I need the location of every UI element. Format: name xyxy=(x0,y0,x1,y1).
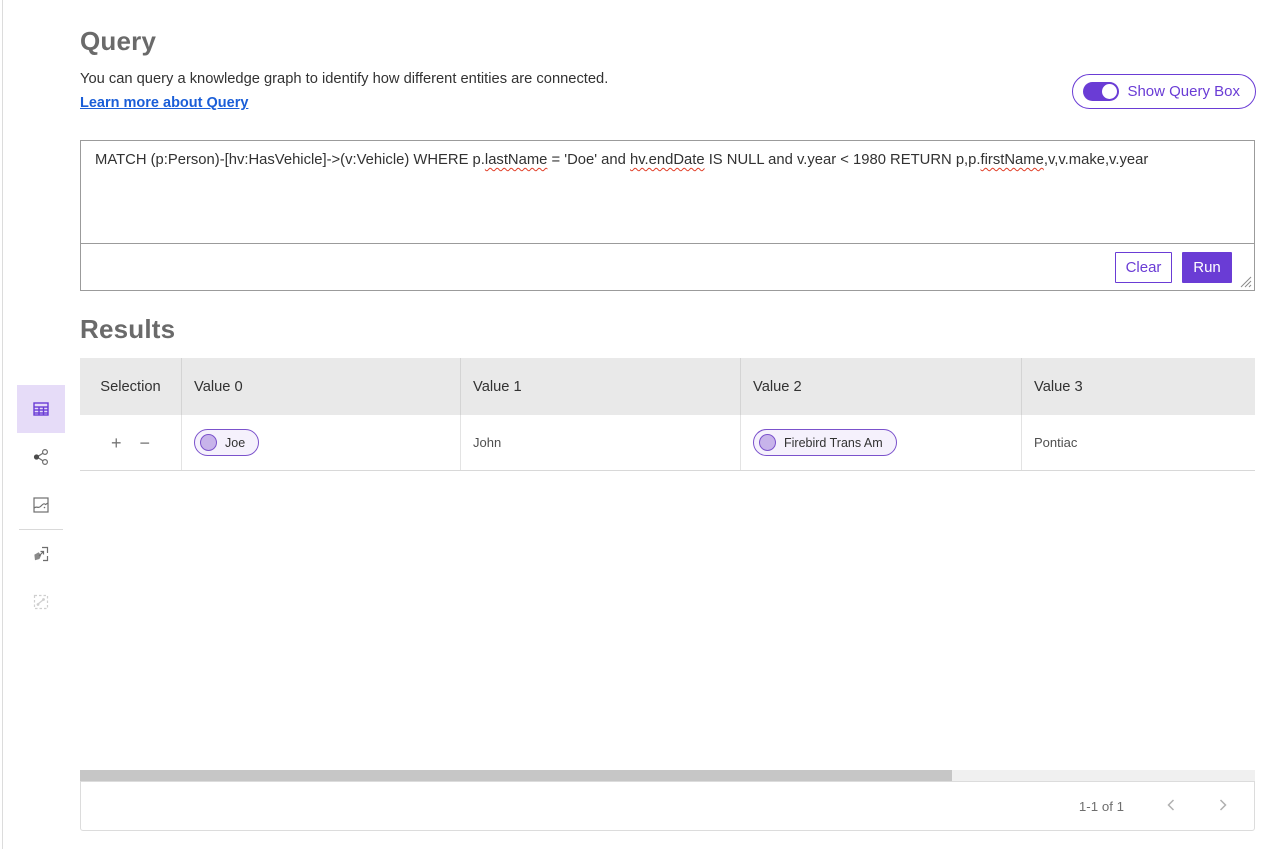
value0-cell: Joe xyxy=(181,415,460,470)
table-header-row: Selection Value 0 Value 1 Value 2 Value … xyxy=(80,358,1255,415)
add-to-link-chart-button xyxy=(17,578,65,626)
link-chart-view-button[interactable] xyxy=(17,433,65,481)
panel-edge-divider xyxy=(2,0,3,849)
column-header-value2: Value 2 xyxy=(740,358,1021,415)
add-to-selection-button[interactable]: + xyxy=(109,432,124,454)
query-box: MATCH (p:Person)-[hv:HasVehicle]->(v:Veh… xyxy=(80,140,1255,291)
query-input[interactable]: MATCH (p:Person)-[hv:HasVehicle]->(v:Veh… xyxy=(81,141,1254,244)
entity-node-icon xyxy=(200,434,217,451)
link-chart-view-icon xyxy=(30,446,52,468)
misspelled-word: lastName xyxy=(485,152,548,168)
add-to-link-chart-icon xyxy=(30,591,52,613)
column-header-selection: Selection xyxy=(80,358,181,415)
learn-more-link[interactable]: Learn more about Query xyxy=(80,95,248,111)
query-actions: Clear Run xyxy=(81,244,1254,290)
table-view-icon xyxy=(30,398,52,420)
add-to-map-icon xyxy=(30,543,52,565)
results-view-sidebar xyxy=(17,385,65,626)
value1-cell: John xyxy=(460,415,740,470)
chevron-left-icon xyxy=(1166,798,1176,812)
value2-cell: Firebird Trans Am xyxy=(740,415,1021,470)
page-description: You can query a knowledge graph to ident… xyxy=(80,71,608,87)
entity-chip[interactable]: Joe xyxy=(194,429,259,456)
entity-chip-label: Joe xyxy=(225,436,245,450)
misspelled-word: hv.endDate xyxy=(630,152,705,168)
toggle-label: Show Query Box xyxy=(1127,83,1240,100)
horizontal-scrollbar[interactable] xyxy=(80,770,1255,781)
previous-page-button[interactable] xyxy=(1160,794,1182,819)
column-header-value3: Value 3 xyxy=(1021,358,1255,415)
map-view-button[interactable] xyxy=(17,481,65,529)
column-header-value0: Value 0 xyxy=(181,358,460,415)
column-header-value1: Value 1 xyxy=(460,358,740,415)
results-title: Results xyxy=(80,314,175,345)
table-view-button[interactable] xyxy=(17,385,65,433)
add-to-map-button[interactable] xyxy=(17,530,65,578)
results-table: Selection Value 0 Value 1 Value 2 Value … xyxy=(80,358,1255,471)
clear-button[interactable]: Clear xyxy=(1115,252,1172,283)
remove-from-selection-button[interactable]: − xyxy=(138,432,153,454)
resize-handle-icon[interactable] xyxy=(1239,275,1252,288)
entity-node-icon xyxy=(759,434,776,451)
entity-chip[interactable]: Firebird Trans Am xyxy=(753,429,897,456)
map-view-icon xyxy=(30,494,52,516)
show-query-box-toggle[interactable]: Show Query Box xyxy=(1072,74,1256,109)
query-page: Query You can query a knowledge graph to… xyxy=(0,0,1265,849)
pagination-bar: 1-1 of 1 xyxy=(80,781,1255,831)
entity-chip-label: Firebird Trans Am xyxy=(784,436,883,450)
page-title: Query xyxy=(80,26,156,57)
value3-cell: Pontiac xyxy=(1021,415,1255,470)
toggle-on-icon[interactable] xyxy=(1083,82,1119,101)
chevron-right-icon xyxy=(1218,798,1228,812)
page-range-label: 1-1 of 1 xyxy=(1079,799,1124,814)
misspelled-word: firstName xyxy=(981,152,1044,168)
next-page-button[interactable] xyxy=(1212,794,1234,819)
run-button[interactable]: Run xyxy=(1182,252,1232,283)
scrollbar-thumb[interactable] xyxy=(80,770,952,781)
toggle-knob xyxy=(1102,84,1117,99)
selection-cell: + − xyxy=(80,415,181,470)
table-row: + − Joe John Firebird Trans Am Pontiac xyxy=(80,415,1255,471)
